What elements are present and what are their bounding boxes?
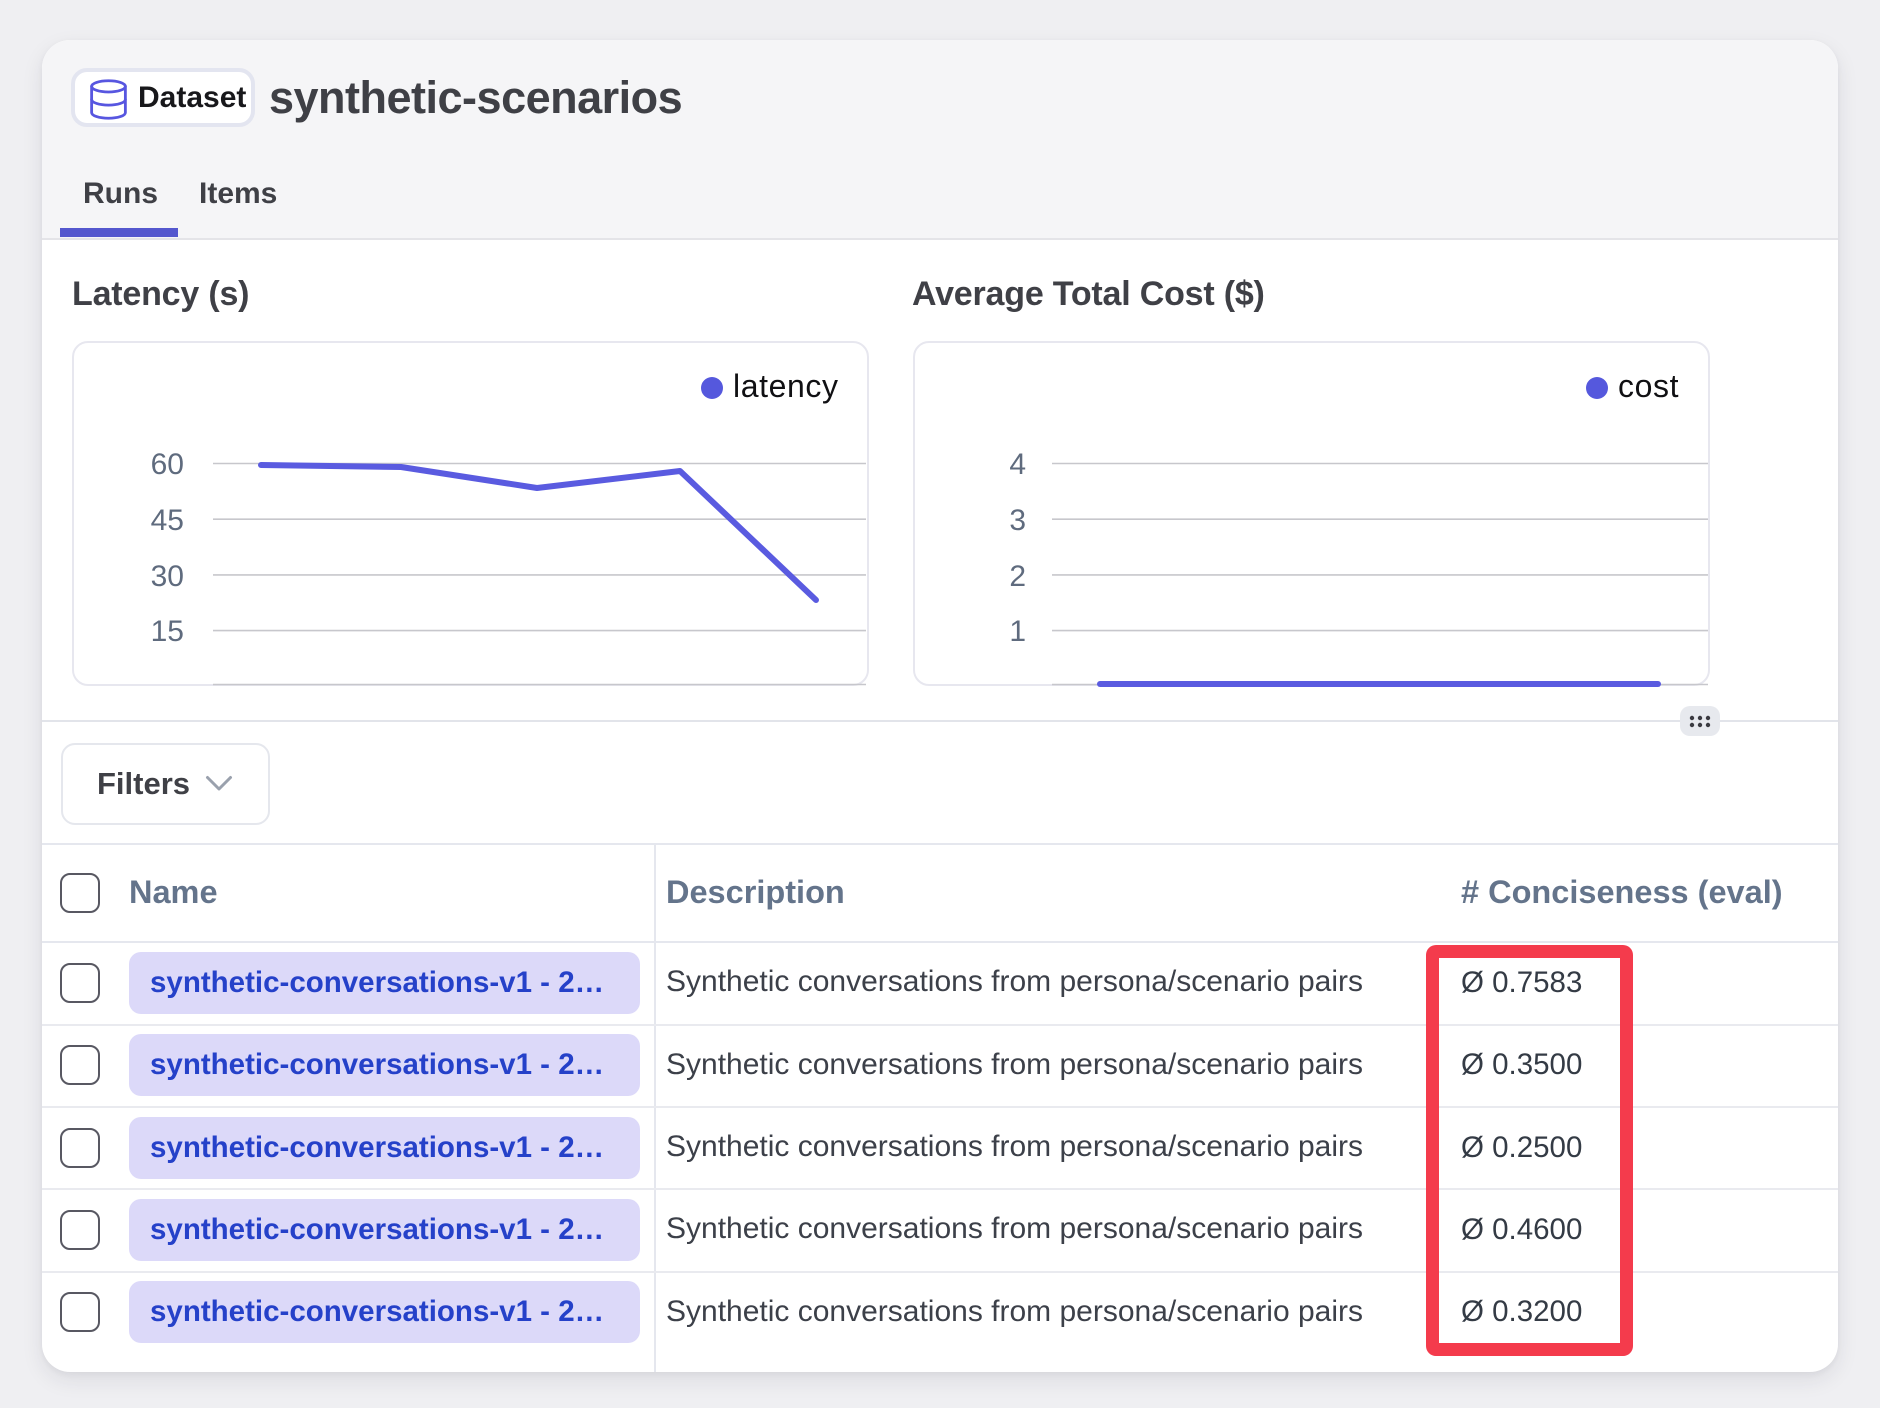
svg-text:3: 3 [1009,504,1026,537]
svg-text:30: 30 [151,560,184,593]
svg-text:4: 4 [1009,448,1026,481]
svg-text:1: 1 [1009,615,1026,648]
svg-text:15: 15 [151,615,184,648]
svg-text:45: 45 [151,504,184,537]
svg-text:2: 2 [1009,560,1026,593]
svg-text:60: 60 [151,448,184,481]
